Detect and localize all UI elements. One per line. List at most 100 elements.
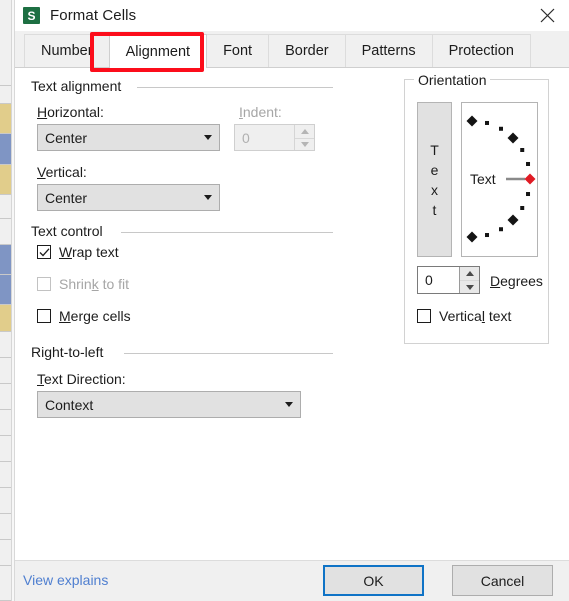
- horizontal-combobox-value: Center: [45, 129, 88, 146]
- horizontal-combobox[interactable]: Center: [37, 124, 220, 151]
- group-divider-line: [121, 232, 333, 233]
- orientation-mark--75[interactable]: [485, 233, 490, 238]
- vertical-label: Vertical:: [37, 164, 87, 180]
- spreadsheet-icon: S: [23, 7, 40, 24]
- text-control-group: Text control: [31, 223, 333, 243]
- indent-increment-button[interactable]: [295, 125, 314, 138]
- orientation-mark-90[interactable]: [466, 115, 478, 127]
- orientation-mark-30[interactable]: [520, 148, 525, 152]
- indent-spinner-buttons[interactable]: [294, 125, 314, 150]
- degrees-increment-button[interactable]: [460, 267, 479, 280]
- vertical-combobox[interactable]: Center: [37, 184, 220, 211]
- row-header-cell: [0, 540, 11, 566]
- checkbox-box: [417, 309, 431, 323]
- checkbox-label: Wrap text: [59, 244, 119, 260]
- orientation-mark--90[interactable]: [466, 231, 478, 243]
- cancel-button[interactable]: Cancel: [452, 565, 553, 596]
- orientation-dial[interactable]: Text: [461, 102, 538, 257]
- text-direction-combobox[interactable]: Context: [37, 391, 301, 418]
- row-header-cell: [0, 305, 11, 332]
- tab-strip-filler: [529, 34, 569, 67]
- row-header-cell: [0, 195, 11, 219]
- checkbox-label: Shrink to fit: [59, 276, 130, 292]
- ok-button[interactable]: OK: [323, 565, 424, 596]
- row-header-cell: [0, 219, 11, 245]
- checkbox-merge-cells[interactable]: Merge cells: [37, 308, 131, 324]
- indent-spinner[interactable]: 0: [234, 124, 315, 151]
- row-header-cell: [0, 358, 11, 384]
- dialog-title-bar: S Format Cells: [15, 0, 569, 31]
- row-header-cell: [0, 514, 11, 540]
- text-alignment-group: Text alignment: [31, 78, 333, 98]
- row-header-cell: [0, 488, 11, 514]
- degrees-label: Degrees: [490, 273, 543, 289]
- row-header-cell: [0, 165, 11, 195]
- vertical-text-letter: t: [432, 201, 437, 218]
- view-explains-link[interactable]: View explains: [23, 572, 108, 588]
- text-control-group-label: Text control: [31, 223, 109, 239]
- chevron-down-icon: [278, 402, 300, 407]
- right-to-left-group-label: Right-to-left: [31, 344, 110, 360]
- tab-strip: Number Alignment Font Border Patterns Protect…: [15, 31, 569, 72]
- row-header-cell: [0, 384, 11, 410]
- indent-label: Indent:: [239, 104, 282, 120]
- orientation-group-label: Orientation: [414, 72, 491, 88]
- checkbox-shrink-to-fit: Shrink to fit: [37, 276, 129, 292]
- checkbox-label: Merge cells: [59, 308, 131, 324]
- orientation-mark-15[interactable]: [526, 161, 531, 166]
- row-header-cell: [0, 86, 11, 104]
- text-direction-label: Text Direction:: [37, 371, 126, 387]
- row-header-cell: [0, 245, 11, 275]
- vertical-text-orientation-button[interactable]: T e x t: [417, 102, 452, 257]
- alignment-tab-panel: Text alignment Horizontal: Center Indent…: [15, 68, 569, 561]
- text-alignment-group-label: Text alignment: [31, 78, 128, 94]
- vertical-text-checkbox-label: Vertical text: [439, 308, 512, 324]
- chevron-down-icon: [197, 135, 219, 140]
- row-header-cell: [0, 104, 11, 134]
- degrees-spinner-buttons[interactable]: [459, 267, 479, 293]
- row-header-cell: [0, 566, 11, 601]
- checkbox-box: [37, 277, 51, 291]
- vertical-text-letter: e: [430, 161, 439, 178]
- row-header-cell: [0, 436, 11, 462]
- dial-preview-label: Text: [470, 171, 496, 187]
- orientation-mark--30[interactable]: [520, 206, 525, 210]
- indent-decrement-button[interactable]: [295, 137, 314, 150]
- orientation-mark-75[interactable]: [485, 120, 490, 125]
- orientation-mark-45[interactable]: [507, 132, 519, 144]
- vertical-text-letter: x: [431, 181, 438, 198]
- group-divider-line: [137, 87, 333, 88]
- orientation-selected-handle[interactable]: [524, 173, 536, 185]
- dialog-title: Format Cells: [50, 7, 137, 24]
- right-to-left-group: Right-to-left: [31, 344, 333, 364]
- row-header-cell: [0, 275, 11, 305]
- row-header-cell: [0, 134, 11, 165]
- vertical-text-letter: T: [430, 141, 439, 158]
- dialog-footer: View explains OK Cancel: [15, 561, 569, 601]
- tab-font[interactable]: Font: [206, 34, 270, 67]
- group-divider-line: [124, 353, 333, 354]
- checkbox-wrap-text[interactable]: Wrap text: [37, 244, 119, 260]
- orientation-mark--60[interactable]: [499, 227, 503, 232]
- close-icon[interactable]: [525, 0, 569, 31]
- orientation-mark-60[interactable]: [499, 126, 503, 131]
- orientation-mark--45[interactable]: [507, 214, 519, 226]
- tab-border[interactable]: Border: [268, 34, 346, 67]
- app-icon-letter: S: [27, 8, 36, 23]
- tab-patterns[interactable]: Patterns: [344, 34, 433, 67]
- tab-protection[interactable]: Protection: [431, 34, 531, 67]
- text-direction-combobox-value: Context: [45, 396, 94, 413]
- tab-number[interactable]: Number: [24, 34, 110, 67]
- checkbox-box: [37, 245, 51, 259]
- degrees-spinner[interactable]: 0: [417, 266, 480, 294]
- chevron-down-icon: [197, 195, 219, 200]
- degrees-decrement-button[interactable]: [460, 280, 479, 293]
- format-cells-dialog: S Format Cells Number Alignment Font Border…: [14, 0, 569, 601]
- tab-alignment[interactable]: Alignment: [108, 34, 208, 68]
- checkbox-box: [37, 309, 51, 323]
- vertical-text-checkbox[interactable]: Vertical text: [417, 308, 511, 324]
- horizontal-label: Horizontal:: [37, 104, 104, 120]
- row-header-cell: [0, 410, 11, 436]
- degrees-value: 0: [425, 272, 433, 288]
- orientation-mark--15[interactable]: [526, 192, 531, 197]
